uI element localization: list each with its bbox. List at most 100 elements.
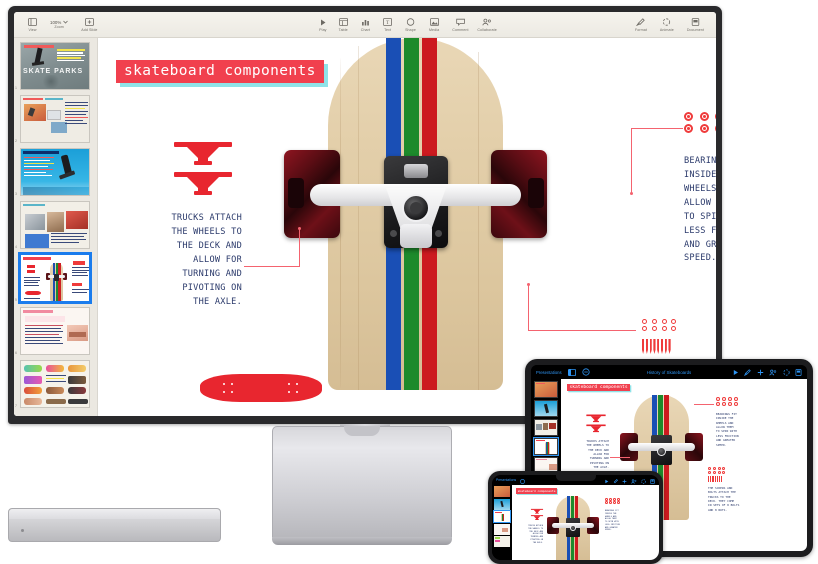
ipad-presentations-button[interactable]: Presentations xyxy=(536,370,562,375)
slide-number: 7 xyxy=(15,404,17,408)
nut xyxy=(642,325,647,331)
navigator-slide-3[interactable]: 3 xyxy=(15,148,93,196)
comment-button[interactable]: Comment xyxy=(452,17,468,33)
leader-dot-trucks xyxy=(297,227,301,230)
iphone-slide-title: skateboard components xyxy=(516,488,558,494)
text-label: Text xyxy=(384,27,392,32)
iphone-device: Presentations skateboard components TRUC… xyxy=(488,471,663,564)
display-stand-base xyxy=(272,426,452,544)
nut xyxy=(651,319,657,324)
slide-thumbnail-selected[interactable] xyxy=(18,252,92,304)
nut xyxy=(661,325,667,331)
nuts-icon xyxy=(642,319,679,331)
screw xyxy=(653,339,656,354)
ipad-callout-bearings: BEARINGS FIT INSIDE THE WHEELS AND ALLOW… xyxy=(716,412,739,447)
screw xyxy=(668,339,671,354)
zoom-control[interactable]: 100% Zoom xyxy=(50,19,69,30)
callout-bearings[interactable]: BEARINGS FIT INSIDE THE WHEELS AND ALLOW… xyxy=(684,155,716,266)
animate-label: Animate xyxy=(659,27,674,32)
navigator-slide-7[interactable]: 7 xyxy=(15,360,93,408)
ipad-slide-thumbnail[interactable] xyxy=(534,381,558,398)
shape-icon xyxy=(406,17,415,28)
table-label: Table xyxy=(338,27,348,32)
comment-icon xyxy=(456,17,465,28)
ipad-bearings-icon xyxy=(716,397,739,406)
iphone-slide-thumbnail[interactable] xyxy=(494,498,510,510)
screw xyxy=(660,339,664,354)
iphone-slide-navigator[interactable] xyxy=(492,485,512,560)
view-label: View xyxy=(28,27,37,32)
document-button[interactable]: Document xyxy=(687,17,704,33)
leader-line-trucks xyxy=(244,266,300,267)
ipad-callout-screws: THE SCREWS AND BOLTS ATTACH THE TRUCKS T… xyxy=(708,486,740,512)
slide-title[interactable]: skateboard components xyxy=(116,60,324,83)
paintbrush-icon xyxy=(636,17,646,28)
iphone-presentations-button[interactable]: Presentations xyxy=(496,478,516,482)
slide-thumbnail[interactable] xyxy=(20,201,90,249)
ipad-slide-title: skateboard components xyxy=(567,384,631,392)
nut xyxy=(651,325,657,331)
skateboard-photo[interactable] xyxy=(284,38,547,390)
screw xyxy=(642,339,645,354)
nut xyxy=(671,325,677,331)
table-icon xyxy=(338,17,348,28)
nut xyxy=(671,319,677,324)
iphone-slide-thumbnail[interactable] xyxy=(494,486,510,497)
trucks-icon xyxy=(170,138,236,205)
table-button[interactable]: Table xyxy=(339,17,348,33)
ipad-toolbar: Presentations History of Skateboards xyxy=(531,365,807,379)
bearing-ring xyxy=(699,112,709,121)
ipad-leader-trucks xyxy=(610,457,630,458)
chart-icon xyxy=(361,17,370,28)
zoom-value-box[interactable]: 100% xyxy=(50,19,69,25)
ipad-slide-thumbnail-selected[interactable] xyxy=(533,437,559,456)
view-icon xyxy=(28,17,37,28)
navigator-slide-6[interactable]: 6 xyxy=(15,307,93,355)
media-button[interactable]: Media xyxy=(429,17,439,33)
slide-navigator[interactable]: SKATE PARKS 1 2 3 4 5 6 7 xyxy=(14,38,98,416)
text-button[interactable]: T Text xyxy=(383,17,392,33)
iphone-slide-thumbnail[interactable] xyxy=(494,536,510,547)
slide-thumbnail[interactable] xyxy=(20,307,90,355)
ipad-slide-thumbnail[interactable] xyxy=(534,400,558,417)
slide-thumbnail[interactable]: SKATE PARKS xyxy=(20,42,90,90)
navigator-slide-2[interactable]: 2 xyxy=(15,95,93,143)
navigator-slide-5[interactable]: 5 xyxy=(15,252,93,304)
play-button[interactable]: Play xyxy=(318,17,327,33)
iphone-trucks-icon xyxy=(530,508,544,526)
iphone-body: skateboard components TRUCKS ATTACH THE … xyxy=(492,485,659,560)
leader-line-screws-vertical xyxy=(528,285,529,331)
shape-button[interactable]: Shape xyxy=(405,17,416,33)
zoom-value: 100% xyxy=(50,19,62,25)
document-label: Document xyxy=(686,27,704,32)
iphone-slide-thumbnail-selected[interactable] xyxy=(493,510,511,523)
add-slide-label: Add Slide xyxy=(81,27,98,32)
ipad-callout-trucks: TRUCKS ATTACH THE WHEELS TO THE DECK AND… xyxy=(586,439,609,470)
nut xyxy=(661,319,667,324)
navigator-slide-1[interactable]: SKATE PARKS 1 xyxy=(15,42,93,90)
slide-thumbnail[interactable] xyxy=(20,148,90,196)
ipad-trucks-icon xyxy=(585,413,607,439)
screw xyxy=(645,339,648,354)
slide-thumbnail[interactable] xyxy=(20,360,90,408)
leader-line-bearings-top xyxy=(631,128,683,129)
zoom-label: Zoom xyxy=(54,24,64,29)
iphone-slide-canvas[interactable]: skateboard components TRUCKS ATTACH THE … xyxy=(512,485,659,560)
iphone-slide-thumbnail[interactable] xyxy=(494,523,510,535)
callout-trucks[interactable]: TRUCKS ATTACH THE WHEELS TO THE DECK AND… xyxy=(118,212,242,309)
chart-button[interactable]: Chart xyxy=(361,17,370,33)
iphone-notch xyxy=(555,475,596,481)
view-button[interactable]: View xyxy=(28,17,37,33)
add-slide-button[interactable]: Add Slide xyxy=(81,17,97,33)
text-icon: T xyxy=(383,17,392,28)
ipad-slide-thumbnail[interactable] xyxy=(534,419,558,436)
format-button[interactable]: Format xyxy=(635,17,647,33)
slide-number: 6 xyxy=(15,351,17,355)
animate-button[interactable]: Animate xyxy=(660,17,674,33)
collaborate-button[interactable]: Collaborate xyxy=(477,17,497,33)
slide-thumbnail[interactable] xyxy=(20,95,90,143)
leader-dot-screws xyxy=(526,283,530,286)
bearing-ring xyxy=(699,123,709,133)
navigator-slide-4[interactable]: 4 xyxy=(15,201,93,249)
leader-line-bearings-vertical xyxy=(631,128,632,194)
